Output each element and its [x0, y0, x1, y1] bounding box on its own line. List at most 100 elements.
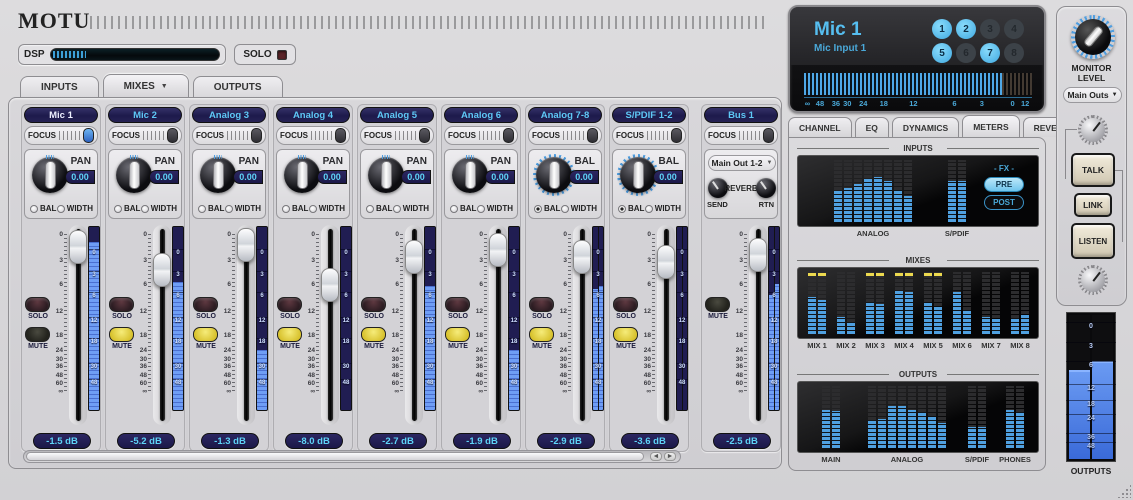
pan-value[interactable]: 0.00 [65, 170, 95, 184]
listen-level-knob[interactable] [1078, 265, 1108, 295]
tab-meters[interactable]: METERS [962, 115, 1019, 137]
tab-mixes[interactable]: MIXES▼ [103, 74, 189, 98]
bal-radio[interactable]: BAL [450, 204, 476, 213]
tab-inputs[interactable]: INPUTS [20, 76, 99, 98]
channel-name-header[interactable]: Analog 4 [276, 107, 350, 123]
tab-outputs[interactable]: OUTPUTS [193, 76, 283, 98]
fader-track[interactable] [489, 225, 507, 425]
display-channel-button-2[interactable]: 2 [956, 19, 976, 39]
horizontal-scrollbar[interactable]: ◄ ► [23, 450, 681, 463]
pan-value[interactable]: 0.00 [317, 170, 347, 184]
fader-track[interactable] [69, 225, 87, 425]
pan-value[interactable]: 0.00 [401, 170, 431, 184]
talkback-level-knob[interactable] [1078, 115, 1108, 145]
mute-button[interactable] [529, 327, 554, 342]
channel-name-header[interactable]: S/PDIF 1-2 [612, 107, 686, 123]
pan-knob[interactable] [620, 157, 656, 193]
pan-knob[interactable] [536, 157, 572, 193]
focus-knob[interactable] [167, 128, 178, 143]
solo-button[interactable] [277, 297, 302, 312]
fader-track[interactable] [153, 225, 171, 425]
fx-pre-button[interactable]: PRE [984, 177, 1024, 192]
main-outs-select[interactable]: Main Outs▼ [1063, 87, 1122, 103]
focus-knob[interactable] [587, 128, 598, 143]
display-channel-button-7[interactable]: 7 [980, 43, 1000, 63]
mute-button[interactable] [193, 327, 218, 342]
focus-knob[interactable] [763, 128, 774, 143]
bal-radio-icon[interactable] [366, 205, 374, 213]
pan-knob[interactable] [116, 157, 152, 193]
link-button[interactable]: LINK [1074, 193, 1112, 217]
channel-name-header[interactable]: Bus 1 [704, 107, 778, 123]
focus-slider[interactable]: FOCUS [612, 126, 686, 145]
focus-slider[interactable]: FOCUS [360, 126, 434, 145]
bal-radio-icon[interactable] [114, 205, 122, 213]
width-radio-icon[interactable] [141, 205, 149, 213]
monitor-level-knob[interactable] [1071, 15, 1115, 59]
fader-handle[interactable] [237, 228, 255, 262]
focus-knob[interactable] [671, 128, 682, 143]
width-radio-icon[interactable] [561, 205, 569, 213]
fader-track[interactable] [237, 225, 255, 425]
pan-knob[interactable] [368, 157, 404, 193]
channel-name-header[interactable]: Analog 5 [360, 107, 434, 123]
pan-value[interactable]: 0.00 [233, 170, 263, 184]
width-radio-icon[interactable] [225, 205, 233, 213]
focus-slider[interactable]: FOCUS [24, 126, 98, 145]
pan-value[interactable]: 0.00 [569, 170, 599, 184]
bal-radio-icon[interactable] [198, 205, 206, 213]
bal-radio[interactable]: BAL [114, 204, 140, 213]
display-channel-button-3[interactable]: 3 [980, 19, 1000, 39]
talk-button[interactable]: TALK [1071, 153, 1115, 187]
bus-output-select[interactable]: Main Out 1-2▼ [708, 155, 776, 171]
width-radio-icon[interactable] [393, 205, 401, 213]
focus-knob[interactable] [503, 128, 514, 143]
listen-button[interactable]: LISTEN [1071, 223, 1115, 259]
width-radio[interactable]: WIDTH [141, 204, 177, 213]
focus-slider[interactable]: FOCUS [276, 126, 350, 145]
solo-button[interactable] [445, 297, 470, 312]
mute-button[interactable] [445, 327, 470, 342]
solo-button[interactable] [109, 297, 134, 312]
fader-handle[interactable] [321, 268, 339, 302]
focus-slider[interactable]: FOCUS [192, 126, 266, 145]
display-channel-button-5[interactable]: 5 [932, 43, 952, 63]
channel-name-header[interactable]: Mic 2 [108, 107, 182, 123]
focus-knob[interactable] [419, 128, 430, 143]
fader-track[interactable] [405, 225, 423, 425]
focus-slider[interactable]: FOCUS [528, 126, 602, 145]
width-radio[interactable]: WIDTH [561, 204, 597, 213]
width-radio[interactable]: WIDTH [309, 204, 345, 213]
mute-button[interactable] [705, 297, 730, 312]
display-channel-button-1[interactable]: 1 [932, 19, 952, 39]
channel-name-header[interactable]: Mic 1 [24, 107, 98, 123]
bal-radio-icon[interactable] [450, 205, 458, 213]
fader-handle[interactable] [749, 238, 767, 272]
width-radio[interactable]: WIDTH [645, 204, 681, 213]
focus-knob[interactable] [251, 128, 262, 143]
display-channel-button-4[interactable]: 4 [1004, 19, 1024, 39]
width-radio-icon[interactable] [309, 205, 317, 213]
fader-handle[interactable] [573, 240, 591, 274]
bal-radio[interactable]: BAL [618, 204, 644, 213]
mute-button[interactable] [109, 327, 134, 342]
bal-radio[interactable]: BAL [534, 204, 560, 213]
focus-slider[interactable]: FOCUS [444, 126, 518, 145]
width-radio-icon[interactable] [645, 205, 653, 213]
fader-handle[interactable] [657, 245, 675, 279]
pan-knob[interactable] [284, 157, 320, 193]
bal-radio[interactable]: BAL [282, 204, 308, 213]
fader-track[interactable] [321, 225, 339, 425]
solo-button[interactable] [193, 297, 218, 312]
focus-slider[interactable]: FOCUS [108, 126, 182, 145]
display-channel-button-8[interactable]: 8 [1004, 43, 1024, 63]
channel-name-header[interactable]: Analog 6 [444, 107, 518, 123]
bal-radio[interactable]: BAL [198, 204, 224, 213]
bal-radio-icon[interactable] [282, 205, 290, 213]
pan-value[interactable]: 0.00 [149, 170, 179, 184]
reverb-return-knob[interactable] [756, 178, 776, 198]
mute-button[interactable] [613, 327, 638, 342]
focus-knob[interactable] [335, 128, 346, 143]
focus-slider[interactable]: FOCUS [704, 126, 778, 145]
solo-button[interactable] [529, 297, 554, 312]
